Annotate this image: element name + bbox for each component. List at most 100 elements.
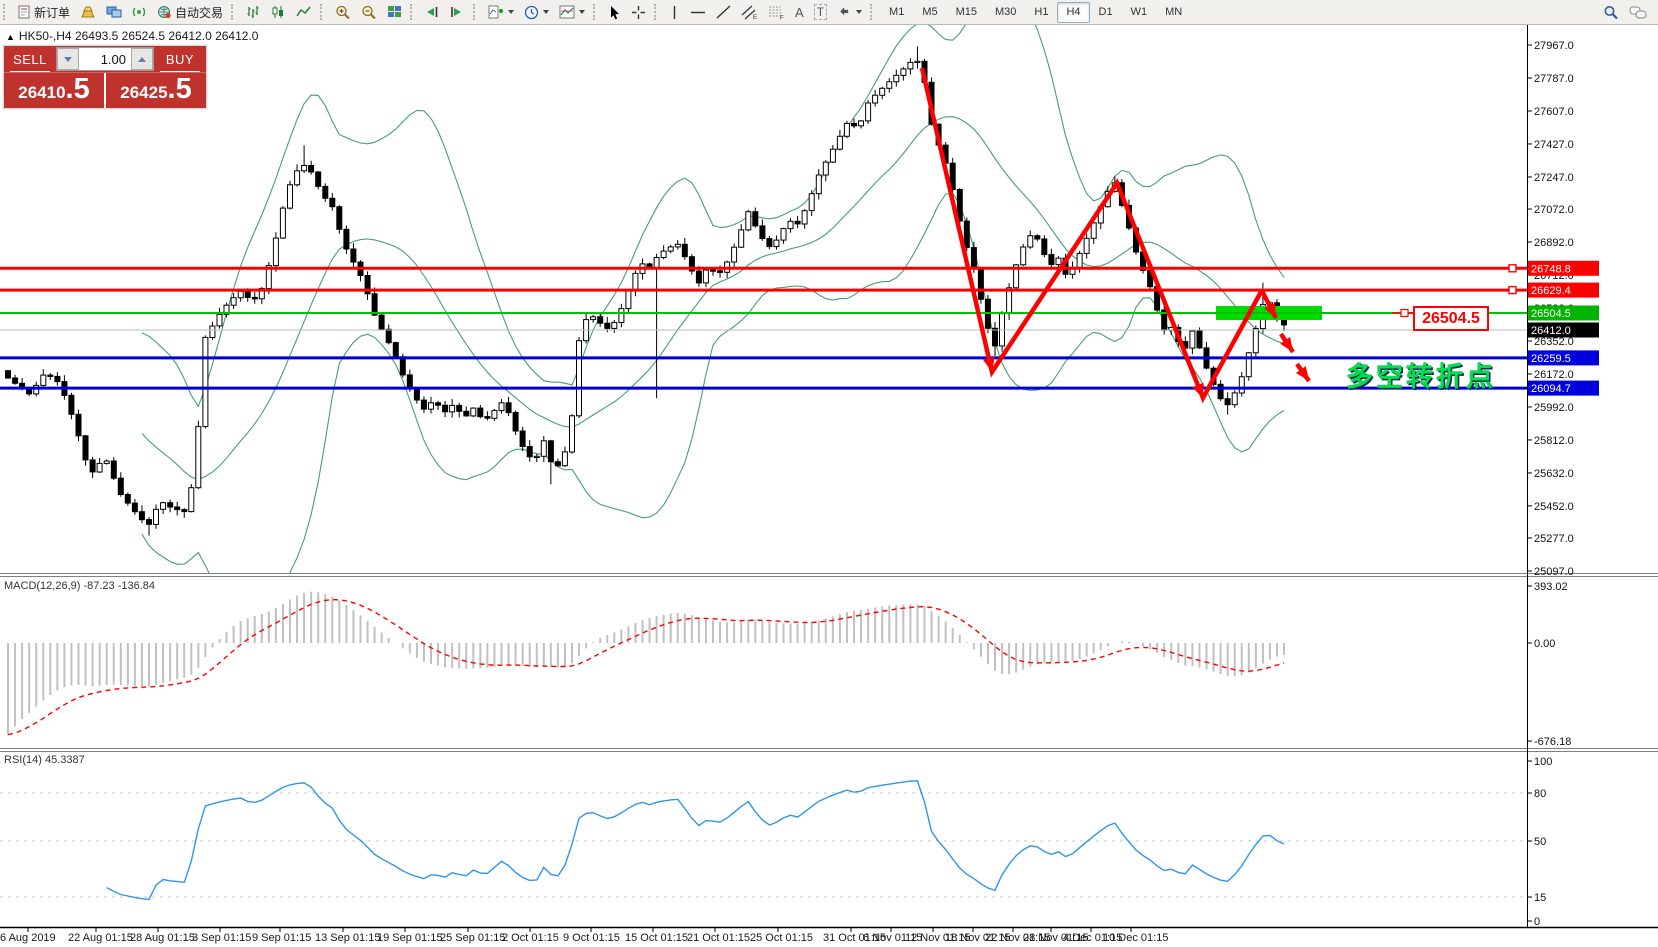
- candlestick-chart-button[interactable]: [266, 1, 291, 24]
- indicators-button[interactable]: [483, 1, 519, 24]
- axis-tick-label: -676.18: [1534, 736, 1571, 748]
- volume-input[interactable]: 1.00: [79, 48, 131, 70]
- trend-annotation-layer[interactable]: [922, 68, 1309, 398]
- vertical-line-button[interactable]: [664, 1, 685, 24]
- volume-decrease-button[interactable]: [57, 48, 79, 70]
- sell-button[interactable]: SELL: [4, 46, 56, 72]
- volume-increase-button[interactable]: [131, 48, 153, 70]
- time-axis-label: 28 Aug 01:15: [130, 932, 195, 944]
- cursor-button[interactable]: [603, 1, 626, 24]
- gold-bars-icon: [80, 5, 96, 19]
- auto-trading-button[interactable]: 自动交易: [152, 1, 228, 24]
- timeframe-button-m1[interactable]: M1: [880, 2, 913, 23]
- triangle-up-icon: [138, 57, 146, 62]
- chart-canvas[interactable]: 27967.027787.027607.027427.027247.027072…: [0, 0, 1658, 947]
- timeframe-button-m30[interactable]: M30: [986, 2, 1025, 23]
- signal-icon: [132, 5, 147, 19]
- level-lines-layer[interactable]: [0, 265, 1527, 388]
- toolbar-grip[interactable]: [593, 4, 600, 20]
- auto-scroll-button[interactable]: [420, 1, 445, 24]
- axis-tick-label: 25632.0: [1534, 468, 1574, 480]
- sell-price[interactable]: 26410.5: [4, 73, 104, 108]
- timeframe-button-w1[interactable]: W1: [1122, 2, 1157, 23]
- collapse-arrow-icon[interactable]: ▲: [6, 32, 15, 42]
- chart-title: ▲HK50-,H4 26493.5 26524.5 26412.0 26412.…: [6, 29, 258, 43]
- trendline-icon: [716, 5, 731, 19]
- time-axis-label: 9 Oct 01:15: [563, 932, 620, 944]
- arrows-tool-button[interactable]: [832, 1, 867, 24]
- signals-button[interactable]: [127, 1, 152, 24]
- horizontal-line-button[interactable]: [685, 1, 711, 24]
- indicators-icon: [488, 5, 504, 20]
- toolbar-grip[interactable]: [473, 4, 480, 20]
- timeframe-button-h4[interactable]: H4: [1057, 2, 1089, 23]
- label-tool-button[interactable]: T: [809, 1, 832, 24]
- time-axis-label: 22 Aug 01:15: [68, 932, 133, 944]
- market-watch-button[interactable]: [101, 1, 127, 24]
- fibonacci-icon: F: [768, 5, 785, 20]
- auto-trading-label: 自动交易: [175, 4, 223, 21]
- volume-spinner: 1.00: [56, 47, 154, 71]
- toolbar-grip[interactable]: [410, 4, 417, 20]
- chart-profile-button[interactable]: [75, 1, 101, 24]
- toolbar-grip[interactable]: [3, 4, 10, 20]
- equidistant-channel-icon: E: [741, 5, 758, 20]
- bar-chart-icon: [246, 5, 261, 19]
- turning-point-annotation[interactable]: 多空转折点: [1346, 355, 1496, 394]
- toolbar-grip[interactable]: [320, 4, 327, 20]
- zoom-in-icon: [335, 5, 351, 20]
- line-chart-button[interactable]: [291, 1, 317, 24]
- chat-button[interactable]: [1624, 1, 1652, 24]
- time-axis-label: 3 Sep 01:15: [192, 932, 251, 944]
- buy-price[interactable]: 26425.5: [106, 73, 206, 108]
- main-toolbar: 新订单 自动交易: [0, 0, 1658, 25]
- toolbar-grip[interactable]: [654, 4, 661, 20]
- macd-layer: [8, 592, 1284, 735]
- templates-button[interactable]: [554, 1, 590, 24]
- trendline-button[interactable]: [711, 1, 736, 24]
- cursor-icon: [608, 5, 621, 20]
- crosshair-button[interactable]: [626, 1, 651, 24]
- search-icon: [1603, 5, 1619, 20]
- axis-tick-label: 393.02: [1534, 581, 1568, 593]
- fibonacci-button[interactable]: F: [763, 1, 790, 24]
- buy-button[interactable]: BUY: [154, 46, 206, 72]
- axis-tick-label: 50: [1534, 836, 1546, 848]
- level-price-tag-text: 26748.8: [1531, 263, 1571, 275]
- axis-tick-label: 15: [1534, 892, 1546, 904]
- vertical-line-icon: [669, 5, 680, 20]
- axis-tick-label: 27072.0: [1534, 204, 1574, 216]
- axis-tick-label: 0.00: [1534, 638, 1555, 650]
- zoom-in-button[interactable]: [330, 1, 356, 24]
- level-price-tag-text: 26259.5: [1531, 353, 1571, 365]
- text-tool-button[interactable]: A: [790, 1, 809, 24]
- arrowhead: [1192, 383, 1203, 398]
- toolbar-grip[interactable]: [231, 4, 238, 20]
- chat-icon: [1629, 5, 1647, 20]
- timeframe-button-d1[interactable]: D1: [1090, 2, 1122, 23]
- new-order-button[interactable]: 新订单: [13, 1, 75, 24]
- label-tool-glyph: T: [814, 4, 827, 20]
- toolbar-grip[interactable]: [870, 4, 877, 20]
- search-button[interactable]: [1598, 1, 1624, 24]
- time-axis-label: 10 Dec 01:15: [1103, 932, 1168, 944]
- axes-layer[interactable]: 27967.027787.027607.027427.027247.027072…: [0, 25, 1658, 945]
- axis-tick-label: 27247.0: [1534, 172, 1574, 184]
- timeframe-button-m5[interactable]: M5: [913, 2, 946, 23]
- timeframe-button-m15[interactable]: M15: [947, 2, 986, 23]
- channel-button[interactable]: E: [736, 1, 763, 24]
- chart-shift-button[interactable]: [445, 1, 470, 24]
- bar-chart-button[interactable]: [241, 1, 266, 24]
- zoom-out-button[interactable]: [356, 1, 382, 24]
- bollinger-bands-layer: [142, 0, 1284, 618]
- timeframe-button-mn[interactable]: MN: [1156, 2, 1191, 23]
- time-axis-label: 25 Sep 01:15: [440, 932, 505, 944]
- timeframe-button-h1[interactable]: H1: [1025, 2, 1057, 23]
- periods-button[interactable]: [519, 1, 554, 24]
- price-callout-box[interactable]: 26504.5: [1413, 306, 1489, 331]
- buy-button-label: BUY: [166, 52, 194, 67]
- level-price-tag-text: 26504.5: [1531, 308, 1571, 320]
- tile-windows-button[interactable]: [382, 1, 407, 24]
- clock-icon: [524, 5, 539, 20]
- monitors-icon: [106, 5, 122, 19]
